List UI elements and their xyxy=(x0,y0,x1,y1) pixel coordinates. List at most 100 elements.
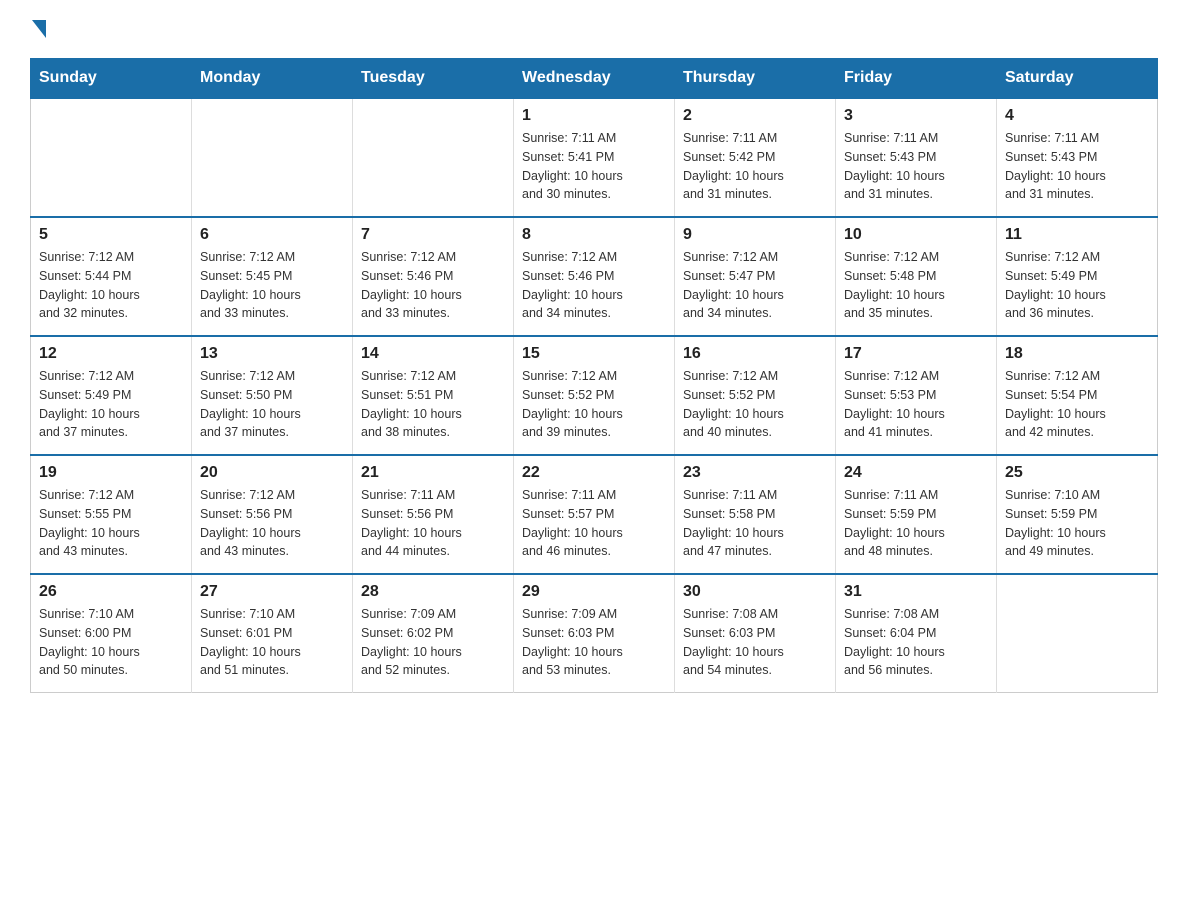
day-number: 10 xyxy=(844,226,988,244)
weekday-header-tuesday: Tuesday xyxy=(353,59,514,99)
logo-triangle-icon xyxy=(32,20,46,38)
calendar-cell: 25 Sunrise: 7:10 AM Sunset: 5:59 PM Dayli… xyxy=(997,455,1158,574)
day-info: Sunrise: 7:11 AM Sunset: 5:59 PM Dayligh… xyxy=(844,486,988,561)
calendar-cell xyxy=(353,98,514,217)
day-number: 27 xyxy=(200,583,344,601)
logo xyxy=(30,20,48,38)
day-info: Sunrise: 7:11 AM Sunset: 5:43 PM Dayligh… xyxy=(1005,129,1149,204)
calendar-cell: 11 Sunrise: 7:12 AM Sunset: 5:49 PM Dayli… xyxy=(997,217,1158,336)
calendar-cell: 8 Sunrise: 7:12 AM Sunset: 5:46 PM Daylig… xyxy=(514,217,675,336)
day-info: Sunrise: 7:12 AM Sunset: 5:46 PM Dayligh… xyxy=(522,248,666,323)
calendar-week-row: 26 Sunrise: 7:10 AM Sunset: 6:00 PM Dayli… xyxy=(31,574,1158,693)
calendar-cell: 14 Sunrise: 7:12 AM Sunset: 5:51 PM Dayli… xyxy=(353,336,514,455)
day-number: 16 xyxy=(683,345,827,363)
day-number: 8 xyxy=(522,226,666,244)
day-info: Sunrise: 7:11 AM Sunset: 5:56 PM Dayligh… xyxy=(361,486,505,561)
day-number: 2 xyxy=(683,107,827,125)
calendar-cell: 31Sunrise: 7:08 AM Sunset: 6:04 PM Dayli… xyxy=(836,574,997,693)
day-number: 12 xyxy=(39,345,183,363)
day-info: Sunrise: 7:11 AM Sunset: 5:41 PM Dayligh… xyxy=(522,129,666,204)
day-number: 4 xyxy=(1005,107,1149,125)
day-info: Sunrise: 7:11 AM Sunset: 5:42 PM Dayligh… xyxy=(683,129,827,204)
day-number: 18 xyxy=(1005,345,1149,363)
calendar-cell: 21 Sunrise: 7:11 AM Sunset: 5:56 PM Dayli… xyxy=(353,455,514,574)
day-number: 1 xyxy=(522,107,666,125)
day-number: 11 xyxy=(1005,226,1149,244)
day-info: Sunrise: 7:09 AM Sunset: 6:02 PM Dayligh… xyxy=(361,605,505,680)
day-number: 22 xyxy=(522,464,666,482)
calendar-cell: 18Sunrise: 7:12 AM Sunset: 5:54 PM Dayli… xyxy=(997,336,1158,455)
day-number: 24 xyxy=(844,464,988,482)
calendar-cell xyxy=(997,574,1158,693)
day-number: 14 xyxy=(361,345,505,363)
day-info: Sunrise: 7:10 AM Sunset: 6:01 PM Dayligh… xyxy=(200,605,344,680)
day-number: 26 xyxy=(39,583,183,601)
calendar-cell: 26 Sunrise: 7:10 AM Sunset: 6:00 PM Dayli… xyxy=(31,574,192,693)
day-info: Sunrise: 7:12 AM Sunset: 5:52 PM Dayligh… xyxy=(683,367,827,442)
calendar-cell: 15 Sunrise: 7:12 AM Sunset: 5:52 PM Dayli… xyxy=(514,336,675,455)
day-number: 25 xyxy=(1005,464,1149,482)
day-info: Sunrise: 7:12 AM Sunset: 5:45 PM Dayligh… xyxy=(200,248,344,323)
calendar-week-row: 5Sunrise: 7:12 AM Sunset: 5:44 PM Daylig… xyxy=(31,217,1158,336)
day-info: Sunrise: 7:12 AM Sunset: 5:49 PM Dayligh… xyxy=(39,367,183,442)
day-info: Sunrise: 7:12 AM Sunset: 5:56 PM Dayligh… xyxy=(200,486,344,561)
calendar-cell: 30 Sunrise: 7:08 AM Sunset: 6:03 PM Dayli… xyxy=(675,574,836,693)
calendar-cell: 1 Sunrise: 7:11 AM Sunset: 5:41 PM Daylig… xyxy=(514,98,675,217)
day-info: Sunrise: 7:12 AM Sunset: 5:47 PM Dayligh… xyxy=(683,248,827,323)
day-number: 21 xyxy=(361,464,505,482)
day-number: 20 xyxy=(200,464,344,482)
calendar-cell: 16 Sunrise: 7:12 AM Sunset: 5:52 PM Dayli… xyxy=(675,336,836,455)
day-number: 29 xyxy=(522,583,666,601)
day-info: Sunrise: 7:12 AM Sunset: 5:55 PM Dayligh… xyxy=(39,486,183,561)
calendar-cell: 2 Sunrise: 7:11 AM Sunset: 5:42 PM Daylig… xyxy=(675,98,836,217)
calendar-week-row: 12 Sunrise: 7:12 AM Sunset: 5:49 PM Dayli… xyxy=(31,336,1158,455)
weekday-header-sunday: Sunday xyxy=(31,59,192,99)
day-number: 28 xyxy=(361,583,505,601)
calendar-cell: 3 Sunrise: 7:11 AM Sunset: 5:43 PM Daylig… xyxy=(836,98,997,217)
day-number: 3 xyxy=(844,107,988,125)
day-info: Sunrise: 7:12 AM Sunset: 5:49 PM Dayligh… xyxy=(1005,248,1149,323)
day-info: Sunrise: 7:12 AM Sunset: 5:48 PM Dayligh… xyxy=(844,248,988,323)
weekday-header-wednesday: Wednesday xyxy=(514,59,675,99)
calendar-cell xyxy=(31,98,192,217)
weekday-header-row: SundayMondayTuesdayWednesdayThursdayFrid… xyxy=(31,59,1158,99)
day-number: 9 xyxy=(683,226,827,244)
day-number: 13 xyxy=(200,345,344,363)
calendar-cell: 27 Sunrise: 7:10 AM Sunset: 6:01 PM Dayli… xyxy=(192,574,353,693)
calendar-cell: 28 Sunrise: 7:09 AM Sunset: 6:02 PM Dayli… xyxy=(353,574,514,693)
calendar-cell: 6 Sunrise: 7:12 AM Sunset: 5:45 PM Daylig… xyxy=(192,217,353,336)
calendar-cell: 23Sunrise: 7:11 AM Sunset: 5:58 PM Dayli… xyxy=(675,455,836,574)
calendar-cell xyxy=(192,98,353,217)
calendar-cell: 24 Sunrise: 7:11 AM Sunset: 5:59 PM Dayli… xyxy=(836,455,997,574)
day-info: Sunrise: 7:11 AM Sunset: 5:43 PM Dayligh… xyxy=(844,129,988,204)
calendar-cell: 7 Sunrise: 7:12 AM Sunset: 5:46 PM Daylig… xyxy=(353,217,514,336)
page-header xyxy=(30,20,1158,38)
weekday-header-thursday: Thursday xyxy=(675,59,836,99)
calendar-cell: 12 Sunrise: 7:12 AM Sunset: 5:49 PM Dayli… xyxy=(31,336,192,455)
day-info: Sunrise: 7:12 AM Sunset: 5:51 PM Dayligh… xyxy=(361,367,505,442)
calendar-week-row: 19Sunrise: 7:12 AM Sunset: 5:55 PM Dayli… xyxy=(31,455,1158,574)
day-info: Sunrise: 7:08 AM Sunset: 6:03 PM Dayligh… xyxy=(683,605,827,680)
calendar-cell: 19Sunrise: 7:12 AM Sunset: 5:55 PM Dayli… xyxy=(31,455,192,574)
calendar-cell: 5Sunrise: 7:12 AM Sunset: 5:44 PM Daylig… xyxy=(31,217,192,336)
day-info: Sunrise: 7:12 AM Sunset: 5:53 PM Dayligh… xyxy=(844,367,988,442)
weekday-header-saturday: Saturday xyxy=(997,59,1158,99)
day-number: 15 xyxy=(522,345,666,363)
day-info: Sunrise: 7:12 AM Sunset: 5:52 PM Dayligh… xyxy=(522,367,666,442)
day-info: Sunrise: 7:10 AM Sunset: 5:59 PM Dayligh… xyxy=(1005,486,1149,561)
day-info: Sunrise: 7:10 AM Sunset: 6:00 PM Dayligh… xyxy=(39,605,183,680)
day-number: 6 xyxy=(200,226,344,244)
calendar-table: SundayMondayTuesdayWednesdayThursdayFrid… xyxy=(30,58,1158,693)
day-info: Sunrise: 7:08 AM Sunset: 6:04 PM Dayligh… xyxy=(844,605,988,680)
weekday-header-monday: Monday xyxy=(192,59,353,99)
calendar-week-row: 1 Sunrise: 7:11 AM Sunset: 5:41 PM Daylig… xyxy=(31,98,1158,217)
calendar-cell: 29 Sunrise: 7:09 AM Sunset: 6:03 PM Dayli… xyxy=(514,574,675,693)
calendar-cell: 13Sunrise: 7:12 AM Sunset: 5:50 PM Dayli… xyxy=(192,336,353,455)
day-number: 30 xyxy=(683,583,827,601)
day-info: Sunrise: 7:09 AM Sunset: 6:03 PM Dayligh… xyxy=(522,605,666,680)
day-number: 7 xyxy=(361,226,505,244)
day-info: Sunrise: 7:12 AM Sunset: 5:46 PM Dayligh… xyxy=(361,248,505,323)
day-info: Sunrise: 7:11 AM Sunset: 5:57 PM Dayligh… xyxy=(522,486,666,561)
calendar-cell: 10 Sunrise: 7:12 AM Sunset: 5:48 PM Dayli… xyxy=(836,217,997,336)
weekday-header-friday: Friday xyxy=(836,59,997,99)
